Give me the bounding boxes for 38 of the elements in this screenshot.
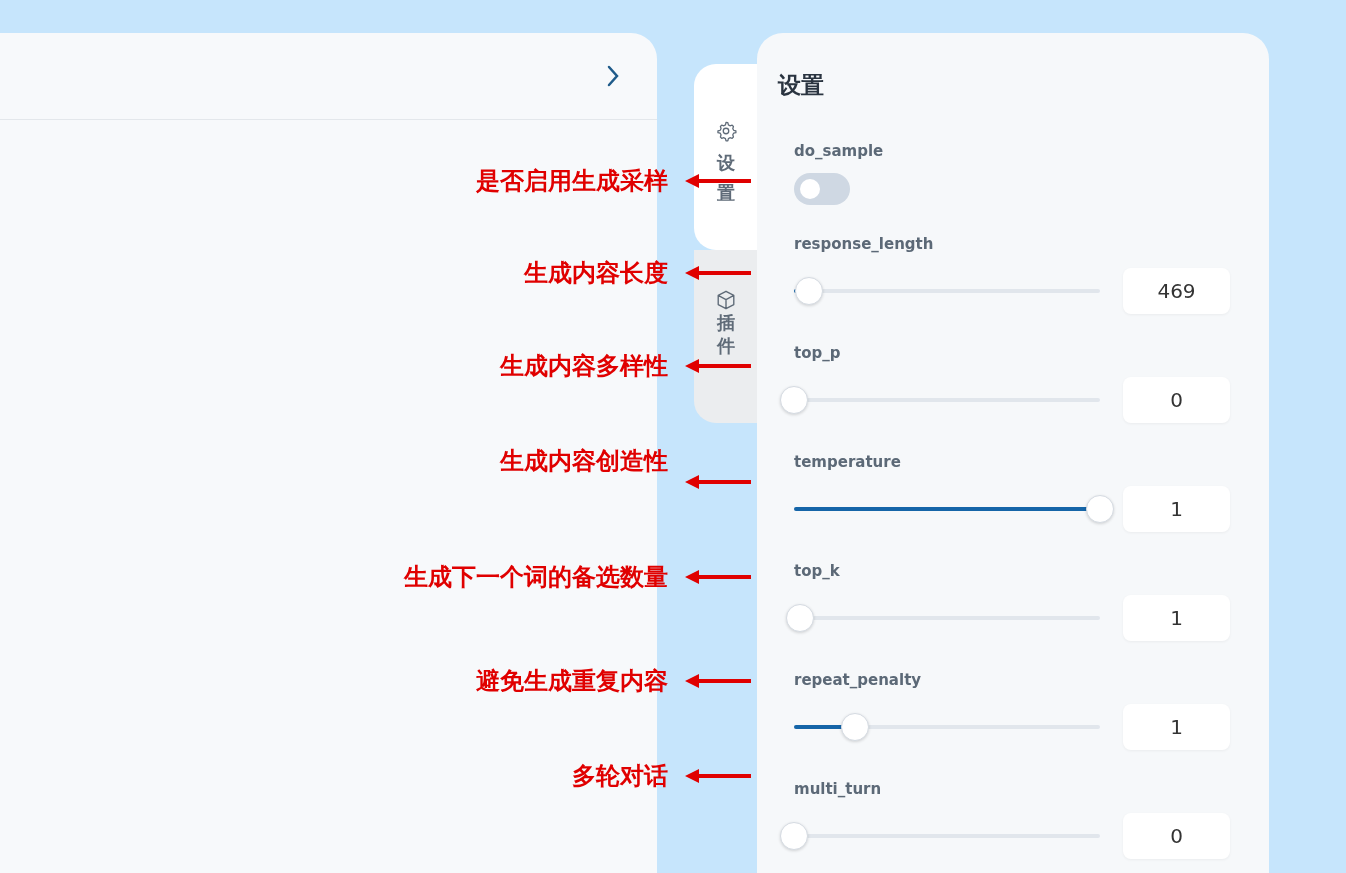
arrow (685, 570, 751, 584)
value-field[interactable]: 1 (1123, 704, 1230, 750)
annotation-text: 是否启用生成采样 (476, 166, 668, 196)
setting-label: response_length (794, 234, 934, 254)
side-tab[interactable]: 设置 (694, 64, 757, 250)
setting-label: do_sample (794, 141, 884, 161)
arrow (685, 769, 751, 783)
setting-label: top_p (794, 343, 841, 363)
side-tab[interactable]: 插件 (694, 250, 757, 423)
value-field[interactable]: 1 (1123, 595, 1230, 641)
setting-label: top_k (794, 561, 840, 581)
arrow (685, 359, 751, 373)
slider-thumb[interactable] (780, 822, 808, 850)
slider-thumb[interactable] (841, 713, 870, 741)
setting-label: multi_turn (794, 779, 882, 799)
slider-thumb[interactable] (780, 386, 808, 414)
slider-thumb[interactable] (786, 604, 815, 632)
annotation-text: 生成内容长度 (524, 258, 668, 288)
arrow (685, 674, 751, 688)
setting-label: temperature (794, 452, 901, 472)
value-field[interactable]: 0 (1123, 813, 1230, 859)
slider-thumb[interactable] (1086, 495, 1114, 523)
annotation-text: 生成内容多样性 (500, 351, 668, 381)
value-field[interactable]: 469 (1123, 268, 1230, 314)
annotation-text: 多轮对话 (572, 761, 668, 791)
gear-icon (714, 120, 737, 142)
setting-label: repeat_penalty (794, 670, 922, 690)
arrow (685, 266, 751, 280)
annotation-text: 避免生成重复内容 (476, 666, 668, 696)
arrow (685, 475, 751, 489)
toggle-switch[interactable] (794, 173, 850, 205)
annotation-text: 生成内容创造性 (500, 446, 668, 476)
slider-thumb[interactable] (795, 277, 824, 305)
value-field[interactable]: 1 (1123, 486, 1230, 532)
value-field[interactable]: 0 (1123, 377, 1230, 423)
chevron-right-icon[interactable] (605, 64, 621, 88)
annotation-text: 生成下一个词的备选数量 (404, 562, 668, 592)
panel-title: 设置 (778, 71, 825, 100)
